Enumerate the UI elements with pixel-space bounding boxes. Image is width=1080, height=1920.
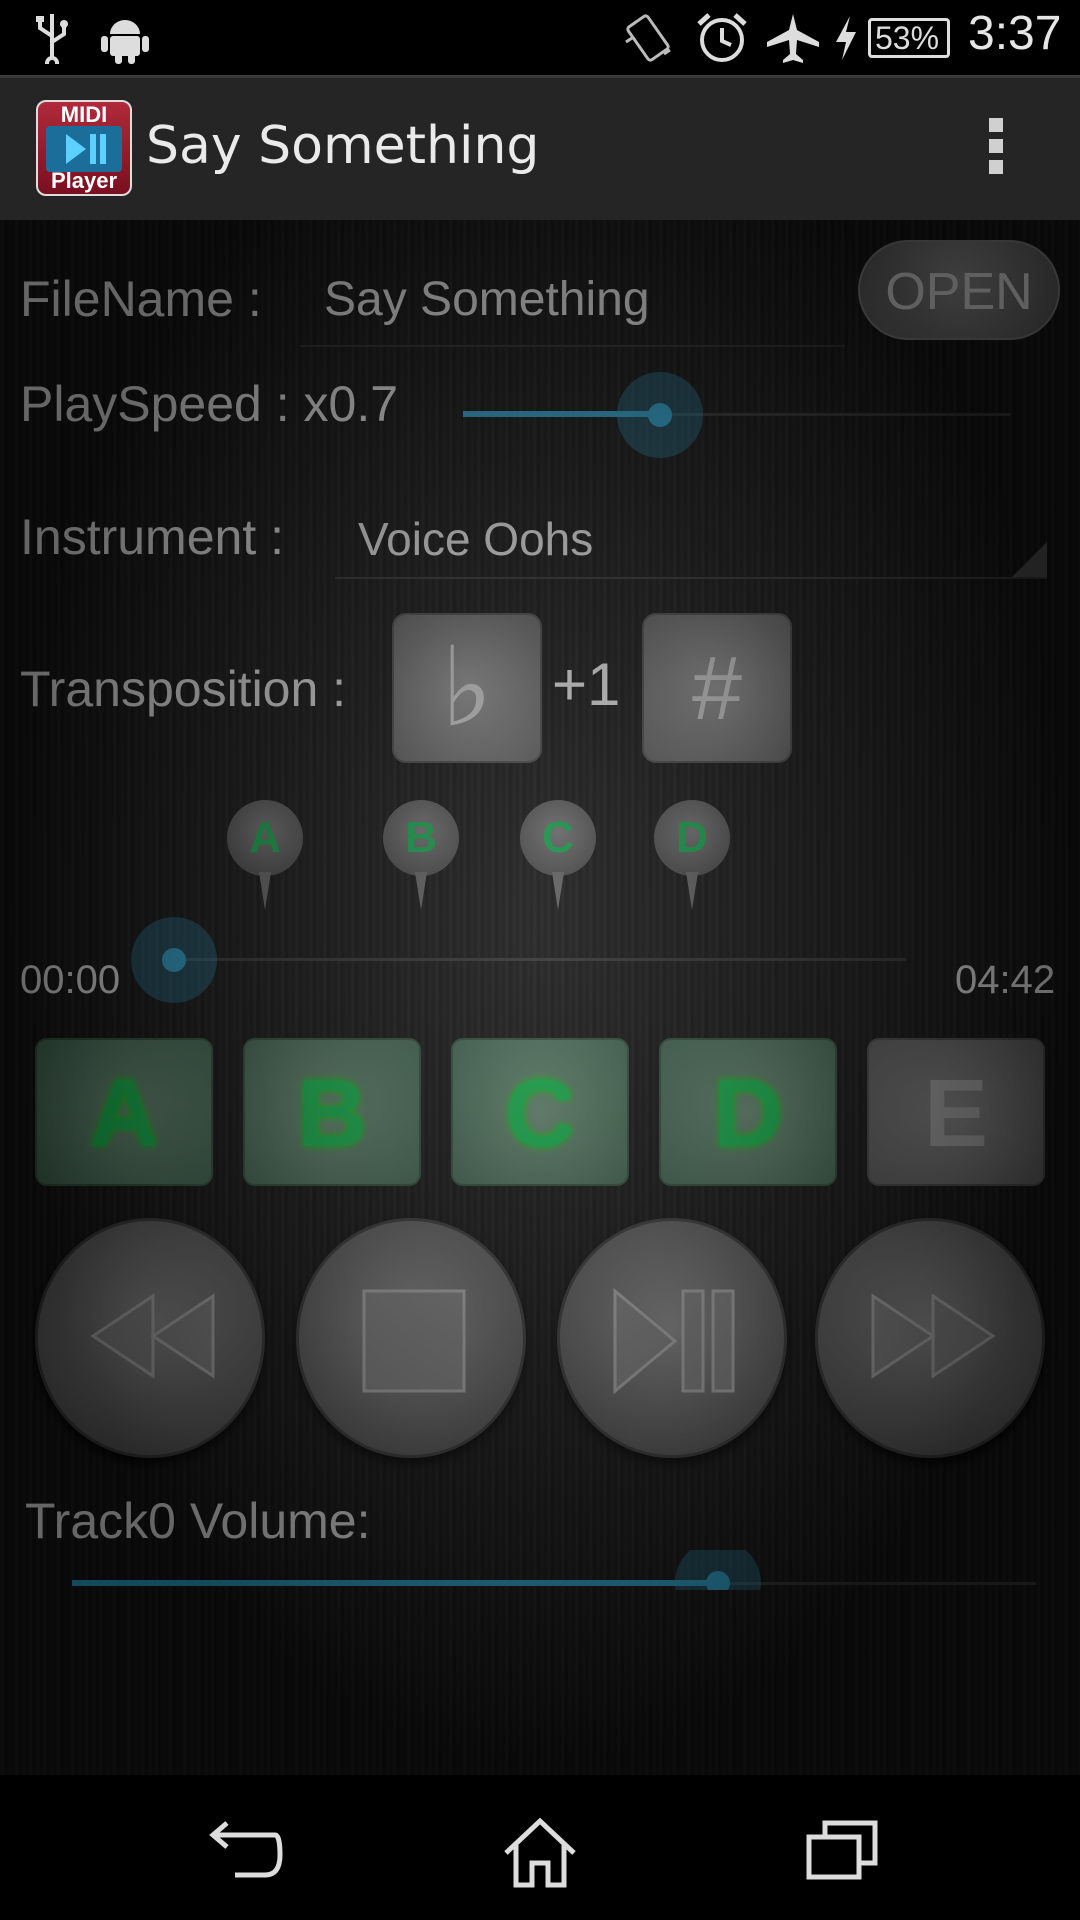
stop-icon	[362, 1289, 466, 1393]
track-volume-label: Track0 Volume:	[25, 1493, 371, 1549]
marker-d[interactable]: D	[654, 800, 730, 910]
back-icon[interactable]	[205, 1815, 285, 1885]
action-bar: MIDI Player Say Something	[0, 75, 1080, 220]
app-logo-bottom-text: Player	[50, 168, 118, 193]
filename-label: FileName :	[20, 271, 262, 327]
android-debug-icon	[101, 20, 149, 64]
play-pause-logo-icon	[46, 126, 122, 172]
open-button[interactable]: OPEN	[858, 240, 1060, 340]
usb-icon	[36, 14, 68, 64]
status-time: 3:37	[968, 7, 1062, 60]
stop-button[interactable]	[296, 1218, 526, 1458]
section-a-button[interactable]: A	[35, 1038, 213, 1186]
transpose-up-button[interactable]: #	[642, 613, 792, 763]
section-b-button[interactable]: B	[243, 1038, 421, 1186]
progress-thumb[interactable]	[131, 917, 217, 1003]
volume-fill	[72, 1580, 718, 1586]
player-panel: FileName : Say Something OPEN PlaySpeed …	[0, 220, 1080, 1775]
fast-forward-icon	[871, 1293, 996, 1379]
instrument-label: Instrument :	[20, 509, 284, 565]
filename-value: Say Something	[324, 273, 650, 326]
alarm-icon	[697, 13, 747, 62]
rewind-button[interactable]	[35, 1218, 265, 1458]
current-time: 00:00	[20, 958, 121, 1002]
rewind-icon	[90, 1293, 215, 1379]
instrument-value: Voice Oohs	[358, 513, 594, 565]
section-e-button[interactable]: E	[867, 1038, 1045, 1186]
playspeed-thumb[interactable]	[617, 372, 704, 458]
battery-indicator: 53%	[868, 18, 950, 58]
airplane-icon	[767, 14, 819, 63]
overflow-menu-icon[interactable]	[985, 118, 1009, 178]
dropdown-corner-icon	[1012, 542, 1047, 577]
status-bar: 53% 3:37	[0, 0, 1080, 75]
battery-percent: 53%	[875, 20, 940, 56]
marker-c[interactable]: C	[520, 800, 596, 910]
play-pause-button[interactable]	[557, 1218, 787, 1458]
marker-a[interactable]: A	[227, 800, 303, 910]
transpose-down-button[interactable]: ♭	[392, 613, 542, 763]
app-logo-top-text: MIDI	[60, 102, 108, 127]
home-icon[interactable]	[500, 1815, 580, 1890]
transposition-value: +1	[552, 651, 621, 718]
section-c-button[interactable]: C	[451, 1038, 629, 1186]
sharp-icon: #	[691, 639, 743, 739]
transposition-label: Transposition :	[20, 661, 347, 717]
filename-underline	[300, 345, 845, 347]
flat-icon: ♭	[441, 623, 493, 751]
fast-forward-button[interactable]	[815, 1218, 1045, 1458]
recent-apps-icon[interactable]	[805, 1815, 880, 1885]
instrument-underline	[335, 577, 1047, 579]
track-volume-slider[interactable]	[0, 1550, 1080, 1590]
app-logo[interactable]: MIDI Player	[36, 100, 132, 196]
progress-track	[174, 958, 906, 961]
play-pause-icon	[613, 1287, 735, 1395]
navigation-bar	[0, 1775, 1080, 1920]
app-title: Say Something	[146, 116, 540, 176]
section-d-button[interactable]: D	[659, 1038, 837, 1186]
volume-thumb[interactable]	[674, 1550, 761, 1590]
playspeed-label: PlaySpeed : x0.7	[20, 376, 399, 432]
vibrate-icon	[625, 14, 671, 62]
total-time: 04:42	[955, 958, 1056, 1002]
charging-icon	[836, 16, 856, 60]
marker-b[interactable]: B	[383, 800, 459, 910]
